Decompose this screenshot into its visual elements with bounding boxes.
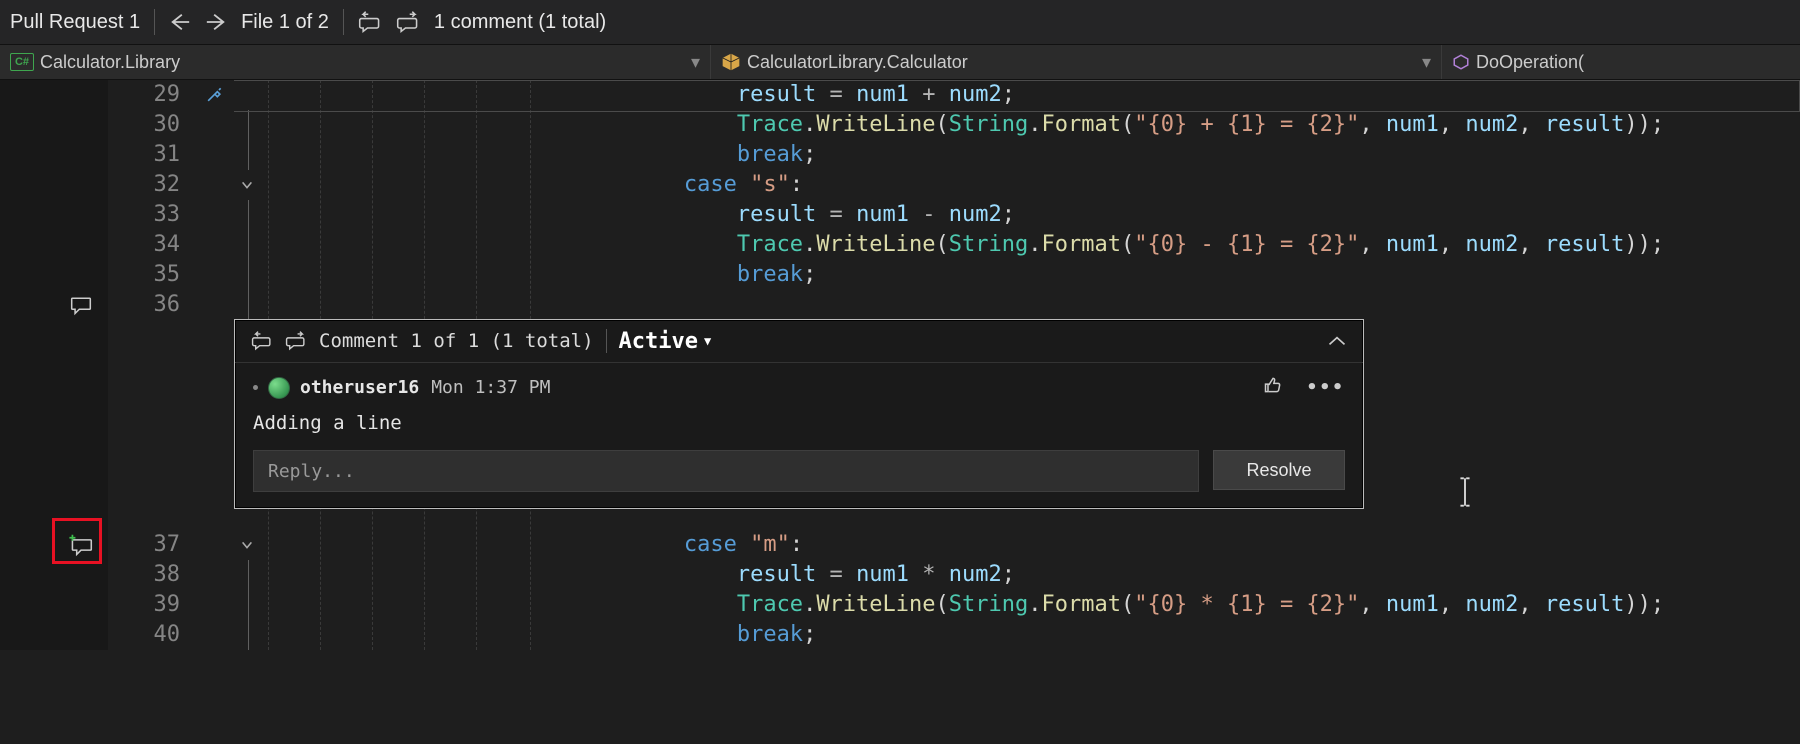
comment-author: otheruser16 (300, 377, 419, 398)
gutter-comment-marks (54, 80, 108, 650)
code-line[interactable]: result = num1 + num2; (260, 80, 1800, 110)
chevron-down-icon: ▾ (1422, 52, 1431, 73)
more-actions-button[interactable]: ••• (1306, 377, 1345, 398)
line-number: 30 (108, 110, 180, 140)
code-line[interactable]: result = num1 - num2; (260, 200, 1800, 230)
comment-summary: 1 comment (1 total) (434, 11, 606, 34)
crumb-method[interactable]: DoOperation( (1441, 45, 1800, 79)
line-number: 33 (108, 200, 180, 230)
fold-toggle[interactable] (234, 170, 260, 200)
crumb-namespace[interactable]: C# Calculator.Library ▾ (0, 45, 710, 79)
reply-input[interactable] (253, 450, 1199, 492)
code-line[interactable]: break; (260, 260, 1800, 290)
line-number: 34 (108, 230, 180, 260)
gutter-line-numbers: 2930313233343536 37383940 (108, 80, 194, 650)
line-number: 31 (108, 140, 180, 170)
line-number: 36 (108, 290, 180, 320)
comment-body: Adding a line (253, 412, 1345, 434)
comment-reply-row: Resolve (253, 450, 1345, 492)
comment-panel-body: otheruser16 Mon 1:37 PM ••• Adding a lin… (235, 363, 1363, 508)
line-number: 35 (108, 260, 180, 290)
file-position: File 1 of 2 (241, 11, 329, 34)
crumb-class-label: CalculatorLibrary.Calculator (747, 52, 968, 73)
class-icon (721, 52, 741, 72)
code-line[interactable]: case "s": (260, 170, 1800, 200)
line-number: 32 (108, 170, 180, 200)
line-number: 38 (108, 560, 180, 590)
comment-panel-header: Comment 1 of 1 (1 total) Active ▼ (235, 320, 1363, 363)
resolve-button[interactable]: Resolve (1213, 450, 1345, 490)
csharp-icon: C# (10, 53, 34, 71)
comment-status-label: Active (619, 329, 698, 354)
code-line[interactable]: result = num1 * num2; (260, 560, 1800, 590)
code-line[interactable]: case "m": (260, 530, 1800, 560)
code-line[interactable]: break; (260, 140, 1800, 170)
code-line[interactable] (260, 290, 1800, 320)
gutter-glyphs (194, 80, 234, 650)
separator (606, 329, 607, 353)
pr-title: Pull Request 1 (10, 11, 140, 34)
crumb-namespace-label: Calculator.Library (40, 52, 180, 73)
prev-file-button[interactable] (169, 11, 191, 33)
separator (343, 9, 344, 35)
next-file-button[interactable] (205, 11, 227, 33)
collapse-panel-button[interactable] (1327, 329, 1347, 354)
lightbulb-icon[interactable] (194, 80, 234, 110)
code-line[interactable]: Trace.WriteLine(String.Format("{0} + {1}… (260, 110, 1800, 140)
method-icon (1452, 53, 1470, 71)
comment-marker-icon[interactable] (54, 290, 108, 320)
prev-comment-in-file-button[interactable] (251, 331, 273, 351)
pr-toolbar: Pull Request 1 File 1 of 2 1 comment (1 … (0, 0, 1800, 44)
line-number: 40 (108, 620, 180, 650)
prev-comment-button[interactable] (358, 11, 382, 33)
code-line[interactable]: Trace.WriteLine(String.Format("{0} - {1}… (260, 230, 1800, 260)
add-comment-highlight (52, 518, 102, 564)
line-number: 39 (108, 590, 180, 620)
chevron-down-icon: ▾ (691, 52, 700, 73)
avatar (268, 377, 290, 399)
code-line[interactable]: break; (260, 620, 1800, 650)
comment-panel: Comment 1 of 1 (1 total) Active ▼ otheru… (234, 319, 1364, 509)
separator (154, 9, 155, 35)
fold-toggle[interactable] (234, 530, 260, 560)
comment-counter: Comment 1 of 1 (1 total) (319, 330, 594, 352)
unread-dot-icon (253, 385, 258, 390)
line-number: 29 (108, 80, 180, 110)
gutter-actions (0, 80, 54, 650)
crumb-method-label: DoOperation( (1476, 52, 1584, 73)
crumb-class[interactable]: CalculatorLibrary.Calculator ▾ (710, 45, 1441, 79)
comment-author-row: otheruser16 Mon 1:37 PM ••• (253, 375, 1345, 400)
code-line[interactable]: Trace.WriteLine(String.Format("{0} * {1}… (260, 590, 1800, 620)
comment-time: Mon 1:37 PM (431, 377, 550, 398)
next-comment-in-file-button[interactable] (285, 331, 307, 351)
comment-status-dropdown[interactable]: Active ▼ (619, 329, 712, 354)
text-cursor-icon (1456, 476, 1474, 514)
chevron-down-icon: ▼ (704, 334, 711, 348)
line-number: 37 (108, 530, 180, 560)
next-comment-button[interactable] (396, 11, 420, 33)
like-button[interactable] (1262, 375, 1284, 400)
breadcrumb-bar: C# Calculator.Library ▾ CalculatorLibrar… (0, 44, 1800, 80)
code-editor[interactable]: 2930313233343536 37383940 result = num1 +… (0, 80, 1800, 650)
